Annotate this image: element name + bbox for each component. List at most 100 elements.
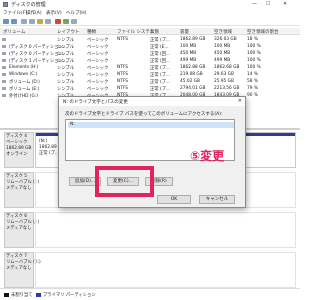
disk-status: オンライン xyxy=(6,152,28,157)
cell-capacity: 499 MB xyxy=(180,58,197,63)
toolbar xyxy=(0,17,300,26)
disk-row[interactable]: ディスク 6 リムーバブル (J:) メディアなし xyxy=(4,212,296,248)
cell-filesystem: NTFS xyxy=(117,65,128,70)
cancel-button[interactable]: キャンセル xyxy=(199,195,235,204)
cell-free: 29.63 GB xyxy=(214,72,234,77)
col-free[interactable]: 空き領域 xyxy=(214,29,232,35)
primary-swatch xyxy=(36,293,41,297)
cell-capacity: 1862.89 GB xyxy=(180,37,206,42)
volume-icon xyxy=(2,87,6,90)
disk-status: メディアなし xyxy=(6,186,32,191)
dialog-title-bar: N: のドライブ文字とパスの変更 ✕ xyxy=(59,97,245,106)
cell-volume: Windows (C:) xyxy=(9,72,38,77)
cell-capacity: 1862.88 GB xyxy=(180,65,206,70)
cell-filesystem: NTFS xyxy=(117,79,128,84)
disk-label[interactable]: ディスク 7 リムーバブル (K:) メディアなし xyxy=(4,252,41,288)
col-status[interactable]: 状態 xyxy=(150,29,159,35)
cell-free: 450 MB xyxy=(214,51,231,56)
table-row[interactable]: Windows (C:) シンプル ベーシック NTFS 正常 (ブ... 21… xyxy=(0,71,300,78)
cell-capacity: 100 MB xyxy=(180,44,197,49)
highlight-box xyxy=(95,166,154,197)
window-title: ディスクの管理 xyxy=(11,2,46,8)
graphical-view-icon[interactable] xyxy=(29,19,35,24)
col-type[interactable]: 種類 xyxy=(87,29,96,35)
cell-free: 25.95 GB xyxy=(214,79,234,84)
table-row[interactable]: ボリューム (D:) シンプル ベーシック NTFS 正常 (プ... 45.0… xyxy=(0,78,300,85)
col-layout[interactable]: レイアウト xyxy=(57,29,80,35)
cell-filesystem: NTFS xyxy=(117,86,128,91)
settings-icon[interactable] xyxy=(71,19,77,24)
cell-free-percent: 100 % xyxy=(247,51,261,56)
disk-row[interactable]: ディスク 7 リムーバブル (K:) メディアなし xyxy=(4,252,296,288)
cell-free-percent: 100 % xyxy=(247,44,261,49)
disk-label[interactable]: ディスク 5 リムーバブル (I:) メディアなし xyxy=(4,172,39,208)
table-row[interactable]: ボリューム (E:) シンプル ベーシック NTFS 正常 (プ... 2794… xyxy=(0,85,300,92)
help-icon[interactable] xyxy=(37,19,43,24)
minimize-icon[interactable]: — xyxy=(252,1,257,7)
menu-action[interactable]: 操作(A) xyxy=(26,10,42,16)
unallocated-swatch xyxy=(4,293,9,297)
cell-capacity: 450 MB xyxy=(180,51,197,56)
rescan-icon[interactable] xyxy=(63,19,69,24)
volume-icon xyxy=(2,38,6,41)
cell-free-percent: 18 % xyxy=(247,37,258,42)
volume-icon xyxy=(2,94,6,97)
properties-icon[interactable] xyxy=(45,19,51,24)
cell-volume: Elements (H:) xyxy=(9,65,39,70)
table-row[interactable]: シンプル ベーシック NTFS 正常 (プ... 1862.89 GB 326.… xyxy=(0,36,300,43)
disk-management-icon xyxy=(3,2,8,7)
partition-block xyxy=(35,252,296,288)
cell-free-percent: 14 % xyxy=(247,72,258,77)
disk-label[interactable]: ディスク 4 ベーシック 1862.89 GB オンライン xyxy=(4,132,34,168)
volume-list-header: ボリューム レイアウト 種類 ファイル システム 状態 容量 空き領域 空き領域… xyxy=(0,28,300,35)
cell-volume: 外付けHD (G:) xyxy=(9,94,38,99)
dialog-close-icon[interactable]: ✕ xyxy=(238,98,242,104)
volume-icon xyxy=(2,59,6,62)
table-row[interactable]: Elements (H:) シンプル ベーシック NTFS 正常 (プ... 1… xyxy=(0,64,300,71)
cell-capacity: 45.02 GB xyxy=(180,79,200,84)
menu-view[interactable]: 表示(V) xyxy=(46,10,62,16)
cell-free-percent: 90 % xyxy=(247,93,258,98)
title-bar: ディスクの管理 — ☐ ✕ xyxy=(0,0,300,9)
ok-button[interactable]: OK xyxy=(157,195,191,204)
volume-icon xyxy=(2,73,6,76)
cell-free-percent: 100 % xyxy=(247,65,261,70)
cell-free: 1862.68 GB xyxy=(214,65,240,70)
volume-list-icon[interactable] xyxy=(21,19,27,24)
delete-icon[interactable] xyxy=(55,19,61,24)
table-row[interactable]: (ディスク 1 パーティション... シンプル ベーシック 正常 (回... 4… xyxy=(0,57,300,64)
back-icon[interactable] xyxy=(3,19,9,24)
disk-status: メディアなし xyxy=(6,226,32,231)
forward-icon[interactable] xyxy=(11,19,17,24)
table-row[interactable]: (ディスク 0 パーティション... シンプル ベーシック 正常 (回... 4… xyxy=(0,50,300,57)
maximize-icon[interactable]: ☐ xyxy=(266,1,270,7)
close-icon[interactable]: ✕ xyxy=(283,1,287,7)
step-annotation: ⑤変更 xyxy=(190,149,225,163)
col-filesystem[interactable]: ファイル システム xyxy=(117,29,154,35)
volume-icon xyxy=(2,52,6,55)
cell-free-percent: 79 % xyxy=(247,86,258,91)
cell-free: 326.03 GB xyxy=(214,37,237,42)
cell-free: 499 MB xyxy=(214,58,231,63)
menu-help[interactable]: ヘルプ(H) xyxy=(66,10,86,16)
legend-primary: プライマリ パーティション xyxy=(43,293,96,298)
col-free-percent[interactable]: 空き領域の割合 xyxy=(247,29,279,35)
table-row[interactable]: (ディスク 0 パーティション... シンプル ベーシック 正常 (E... 1… xyxy=(0,43,300,50)
cell-filesystem: NTFS xyxy=(117,72,128,77)
volume-icon xyxy=(2,45,6,48)
volume-icon xyxy=(2,66,6,69)
cell-filesystem: NTFS xyxy=(117,37,128,42)
disk-label[interactable]: ディスク 6 リムーバブル (J:) メディアなし xyxy=(4,212,39,248)
cell-capacity: 2794.01 GB xyxy=(180,86,206,91)
dialog-instruction: 次のドライブ文字とドライブ パスを使ってこのボリュームにアクセスする(A): xyxy=(65,112,223,117)
cell-free-percent: 100 % xyxy=(247,58,261,63)
list-item[interactable]: N: xyxy=(68,122,234,128)
col-capacity[interactable]: 容量 xyxy=(180,29,189,35)
cell-free: 2213.56 GB xyxy=(214,86,240,91)
legend-unallocated: 未割り当て xyxy=(11,293,33,298)
dialog-title: N: のドライブ文字とパスの変更 xyxy=(63,100,128,105)
disk-status: メディアなし xyxy=(6,266,32,271)
col-volume[interactable]: ボリューム xyxy=(3,29,25,35)
menu-file[interactable]: ファイル(F) xyxy=(3,10,27,16)
partition-block xyxy=(35,212,296,248)
